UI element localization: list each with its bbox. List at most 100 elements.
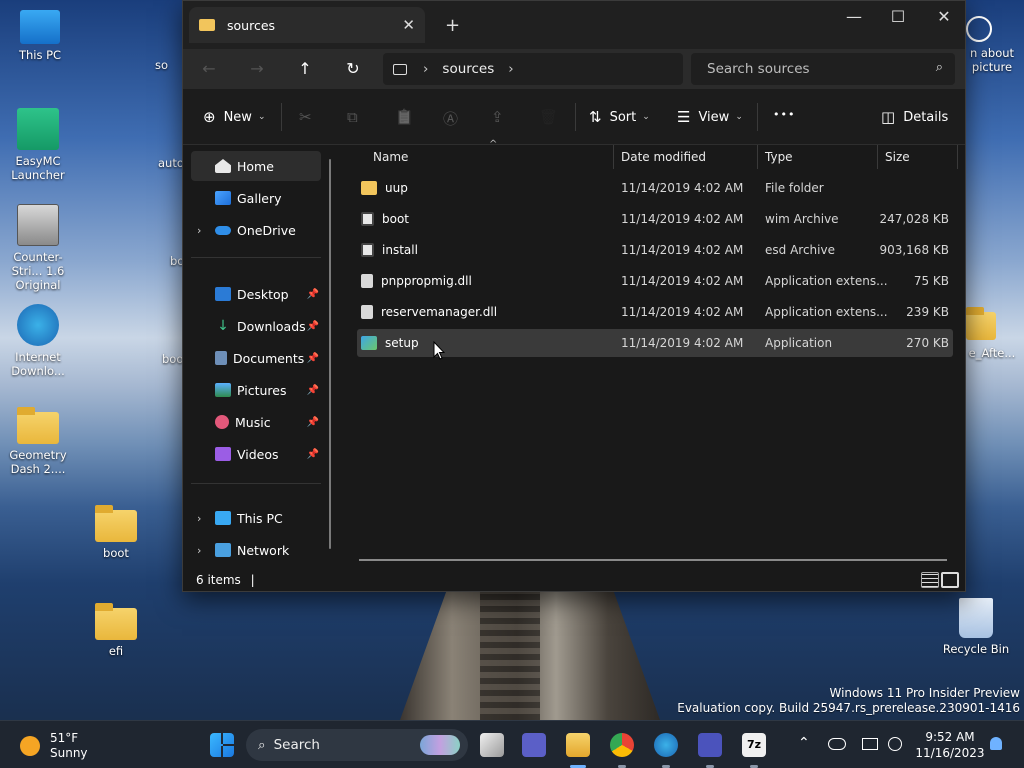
table-row[interactable]: uup 11/14/2019 4:02 AM File folder <box>357 174 953 202</box>
nav-item-network[interactable]: › Network <box>191 535 321 565</box>
table-row-selected[interactable]: setup 11/14/2019 4:02 AM Application 270… <box>357 329 953 357</box>
nav-item-downloads[interactable]: ↓ Downloads 📌 <box>191 311 321 341</box>
pin-icon[interactable]: 📌 <box>307 385 319 396</box>
close-button[interactable]: ✕ <box>921 7 967 26</box>
more-options-button[interactable]: ••• <box>773 108 795 121</box>
new-tab-button[interactable]: + <box>445 15 460 36</box>
new-button[interactable]: ⊕ New ⌄ <box>203 108 265 126</box>
camera-icon <box>966 16 992 42</box>
tab-sources[interactable]: sources ✕ <box>189 7 425 43</box>
details-view-icon[interactable] <box>921 572 939 588</box>
nav-item-pictures[interactable]: Pictures 📌 <box>191 375 321 405</box>
taskbar-search[interactable]: ⌕ Search <box>246 729 468 761</box>
divider <box>191 257 321 258</box>
teams-icon[interactable] <box>698 733 722 757</box>
column-divider[interactable] <box>613 145 614 169</box>
share-button[interactable]: ⇪ <box>491 108 512 126</box>
windows-watermark: Windows 11 Pro Insider Preview Evaluatio… <box>677 686 1020 715</box>
tiles-view-icon[interactable] <box>941 572 959 588</box>
file-explorer-icon[interactable] <box>566 733 590 757</box>
desktop-icon-idm[interactable]: Internet Downlo... <box>0 304 76 378</box>
address-bar[interactable]: › sources › <box>383 53 683 85</box>
desktop-icon-counter-strike[interactable]: Counter-Stri... 1.6 Original <box>0 204 76 292</box>
column-divider[interactable] <box>877 145 878 169</box>
network-icon[interactable] <box>862 738 878 750</box>
nav-item-onedrive[interactable]: › OneDrive <box>191 215 321 245</box>
pin-icon[interactable]: 📌 <box>307 321 319 332</box>
onedrive-offline-icon[interactable] <box>828 738 846 750</box>
tab-close-icon[interactable]: ✕ <box>402 16 415 34</box>
column-divider[interactable] <box>957 145 958 169</box>
desktop-icon-easymc[interactable]: EasyMC Launcher <box>0 108 76 182</box>
desktop-icon-recycle-bin[interactable]: Recycle Bin <box>936 598 1016 656</box>
desktop-icon-boot[interactable]: boot <box>78 502 154 560</box>
network-icon <box>215 543 231 557</box>
column-header-size[interactable]: Size <box>885 150 910 164</box>
nav-item-videos[interactable]: Videos 📌 <box>191 439 321 469</box>
nav-item-this-pc[interactable]: › This PC <box>191 503 321 533</box>
desktop-icon-this-pc[interactable]: This PC <box>2 10 78 62</box>
column-header-row: ^ Name Date modified Type Size <box>341 139 965 169</box>
paste-button[interactable]: 📋 <box>395 108 422 126</box>
nav-item-desktop[interactable]: Desktop 📌 <box>191 279 321 309</box>
cut-button[interactable]: ✂ <box>299 108 320 126</box>
view-button[interactable]: ☰ View ⌄ <box>677 108 743 126</box>
internet-download-manager-icon[interactable] <box>654 733 678 757</box>
7zip-icon[interactable]: 7z <box>742 733 766 757</box>
table-row[interactable]: boot 11/14/2019 4:02 AM wim Archive 247,… <box>357 205 953 233</box>
details-button[interactable]: ◫ Details <box>881 108 948 126</box>
breadcrumb-chevron-icon[interactable]: › <box>423 61 428 77</box>
minimize-button[interactable]: — <box>831 7 877 26</box>
tray-overflow-chevron-icon[interactable]: ⌃ <box>798 735 810 751</box>
desktop-icon-about-picture[interactable]: n about picture <box>962 16 1022 74</box>
folder-icon <box>95 505 137 542</box>
refresh-button[interactable]: ↻ <box>339 59 367 78</box>
table-row[interactable]: pnppropmig.dll 11/14/2019 4:02 AM Applic… <box>357 267 953 295</box>
expand-chevron-icon[interactable]: › <box>197 544 201 557</box>
nav-item-home[interactable]: Home <box>191 151 321 181</box>
column-divider[interactable] <box>757 145 758 169</box>
pin-icon[interactable]: 📌 <box>307 289 319 300</box>
start-button[interactable] <box>210 733 234 757</box>
breadcrumb-sources[interactable]: sources <box>442 61 494 77</box>
sort-button[interactable]: ⇅ Sort ⌄ <box>589 108 650 126</box>
desktop-icon-e-after[interactable]: e_Afte... <box>962 307 1022 360</box>
desktop-icon-partial[interactable]: so <box>155 58 185 72</box>
volume-muted-icon[interactable] <box>888 737 902 751</box>
desktop-icon-geometry-dash[interactable]: Geometry Dash 2.... <box>0 404 76 476</box>
copy-button[interactable]: ⧉ <box>347 108 366 126</box>
task-view-icon[interactable] <box>480 733 504 757</box>
delete-button[interactable]: 🗑 <box>539 108 566 126</box>
pin-icon[interactable]: 📌 <box>307 353 319 364</box>
up-button[interactable]: ↑ <box>291 59 319 78</box>
table-row[interactable]: install 11/14/2019 4:02 AM esd Archive 9… <box>357 236 953 264</box>
table-row[interactable]: reservemanager.dll 11/14/2019 4:02 AM Ap… <box>357 298 953 326</box>
desktop-icon-efi[interactable]: efi <box>78 600 154 658</box>
column-header-name[interactable]: Name <box>373 150 408 164</box>
forward-button[interactable]: → <box>243 59 271 78</box>
clock[interactable]: 9:52 AM 11/16/2023 <box>912 729 988 761</box>
column-header-date[interactable]: Date modified <box>621 150 706 164</box>
archive-icon <box>361 212 374 226</box>
nav-scrollbar[interactable] <box>329 159 331 549</box>
weather-widget[interactable]: 51°F Sunny <box>20 731 88 761</box>
expand-chevron-icon[interactable]: › <box>197 224 201 237</box>
column-header-type[interactable]: Type <box>765 150 793 164</box>
pin-icon[interactable]: 📌 <box>307 449 319 460</box>
chrome-icon[interactable] <box>610 733 634 757</box>
rename-button[interactable]: Ⓐ <box>443 108 466 129</box>
pin-icon[interactable]: 📌 <box>307 417 319 428</box>
notification-bell-icon[interactable] <box>990 737 1002 750</box>
nav-item-documents[interactable]: Documents 📌 <box>191 343 321 373</box>
expand-chevron-icon[interactable]: › <box>197 512 201 525</box>
mouse-cursor-icon <box>433 341 445 360</box>
folder-icon <box>95 603 137 640</box>
maximize-button[interactable]: ☐ <box>875 7 921 26</box>
search-input[interactable]: Search sources ⌕ <box>691 53 955 85</box>
nav-item-gallery[interactable]: Gallery <box>191 183 321 213</box>
back-button[interactable]: ← <box>195 59 223 78</box>
horizontal-scrollbar[interactable] <box>359 559 947 561</box>
breadcrumb-chevron-icon[interactable]: › <box>508 61 513 77</box>
nav-item-music[interactable]: Music 📌 <box>191 407 321 437</box>
teams-chat-icon[interactable] <box>522 733 546 757</box>
